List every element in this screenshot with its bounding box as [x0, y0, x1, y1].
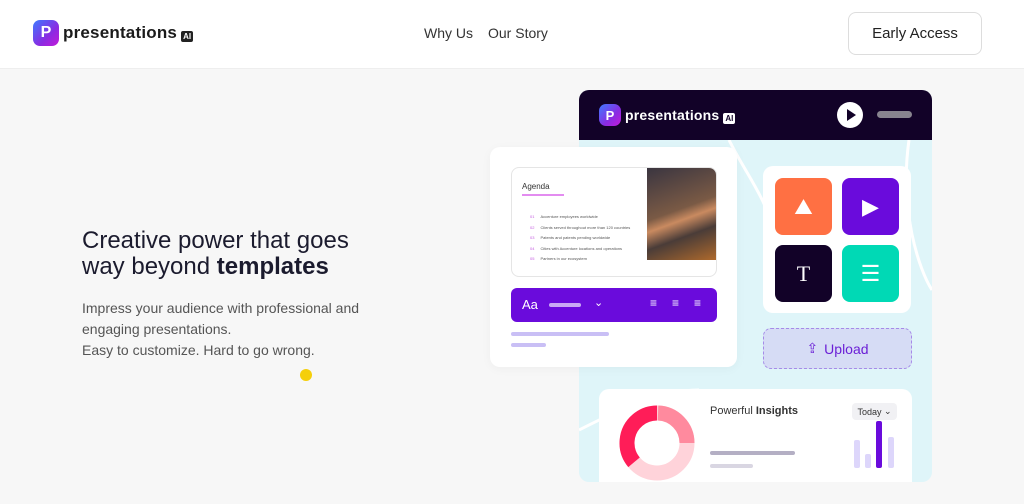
- hero-subtitle: Impress your audience with professional …: [82, 300, 360, 358]
- agenda-item: 04 Cities with Accenture locations and op…: [530, 245, 623, 251]
- placeholder-bar: [549, 303, 581, 307]
- logo-icon: P: [599, 104, 621, 126]
- slide-preview[interactable]: Agenda 01 Accenture employees worldwide 0…: [511, 167, 717, 277]
- align-left-icon[interactable]: ≡: [650, 296, 657, 310]
- agenda-item: 01 Accenture employees worldwide: [530, 214, 598, 219]
- hero-title: Creative power that goes way beyond temp…: [82, 227, 349, 280]
- donut-chart: [619, 405, 695, 481]
- placeholder-bar: [511, 332, 609, 336]
- title-underline: [522, 194, 564, 196]
- today-dropdown[interactable]: Today ⌄: [852, 403, 897, 420]
- bar-mark: [865, 454, 871, 468]
- align-right-icon[interactable]: ≡: [694, 296, 701, 310]
- image-icon[interactable]: ⛰: [775, 178, 832, 235]
- placeholder-bar: [710, 464, 753, 468]
- text-toolbar: Aa ⌄ ≡ ≡ ≡: [511, 288, 717, 322]
- logo-icon: P: [33, 20, 59, 46]
- mockup-header: P presentations AI: [579, 90, 932, 140]
- insights-card: Powerful Insights Today ⌄: [599, 389, 912, 482]
- bar-mark: [854, 440, 860, 468]
- placeholder-bar: [877, 111, 912, 118]
- insights-title: Powerful Insights: [710, 405, 799, 417]
- nav-our-story[interactable]: Our Story: [488, 25, 548, 41]
- agenda-list: 01 Accenture employees worldwide 02 Client…: [530, 214, 630, 267]
- play-icon[interactable]: [837, 102, 863, 128]
- placeholder-bar: [710, 451, 795, 455]
- agenda-item: 05 Partners in our ecosystem: [530, 256, 587, 261]
- agenda-item: 03 Patents and patents pending worldwide: [530, 235, 611, 240]
- slide-title: Agenda: [522, 182, 550, 191]
- agenda-item: 02 Clients served throughout more than 12…: [530, 224, 631, 230]
- align-center-icon[interactable]: ≡: [672, 296, 679, 310]
- header: P presentations AI Why Us Our Story Earl…: [0, 0, 1024, 69]
- comment-icon[interactable]: ☰: [842, 245, 899, 302]
- bar-mark: [876, 421, 882, 468]
- media-tiles-card: ⛰ ▶ T ☰: [763, 166, 911, 313]
- editor-card: Agenda 01 Accenture employees worldwide 0…: [490, 147, 737, 367]
- logo[interactable]: P presentations AI: [33, 20, 194, 46]
- bar-mark: [888, 437, 894, 468]
- upload-button[interactable]: ⇪ Upload: [763, 328, 912, 369]
- decorative-dot: [300, 369, 312, 381]
- placeholder-bar: [511, 343, 546, 347]
- mockup-logo: P presentations AI: [599, 104, 736, 126]
- video-icon[interactable]: ▶: [842, 178, 899, 235]
- handshake-image: [647, 168, 716, 260]
- nav-why-us[interactable]: Why Us: [424, 25, 473, 41]
- font-selector[interactable]: Aa: [522, 297, 538, 312]
- early-access-button[interactable]: Early Access: [848, 12, 982, 55]
- chevron-down-icon[interactable]: ⌄: [594, 296, 603, 309]
- text-icon[interactable]: T: [775, 245, 832, 302]
- upload-icon: ⇪: [806, 340, 819, 356]
